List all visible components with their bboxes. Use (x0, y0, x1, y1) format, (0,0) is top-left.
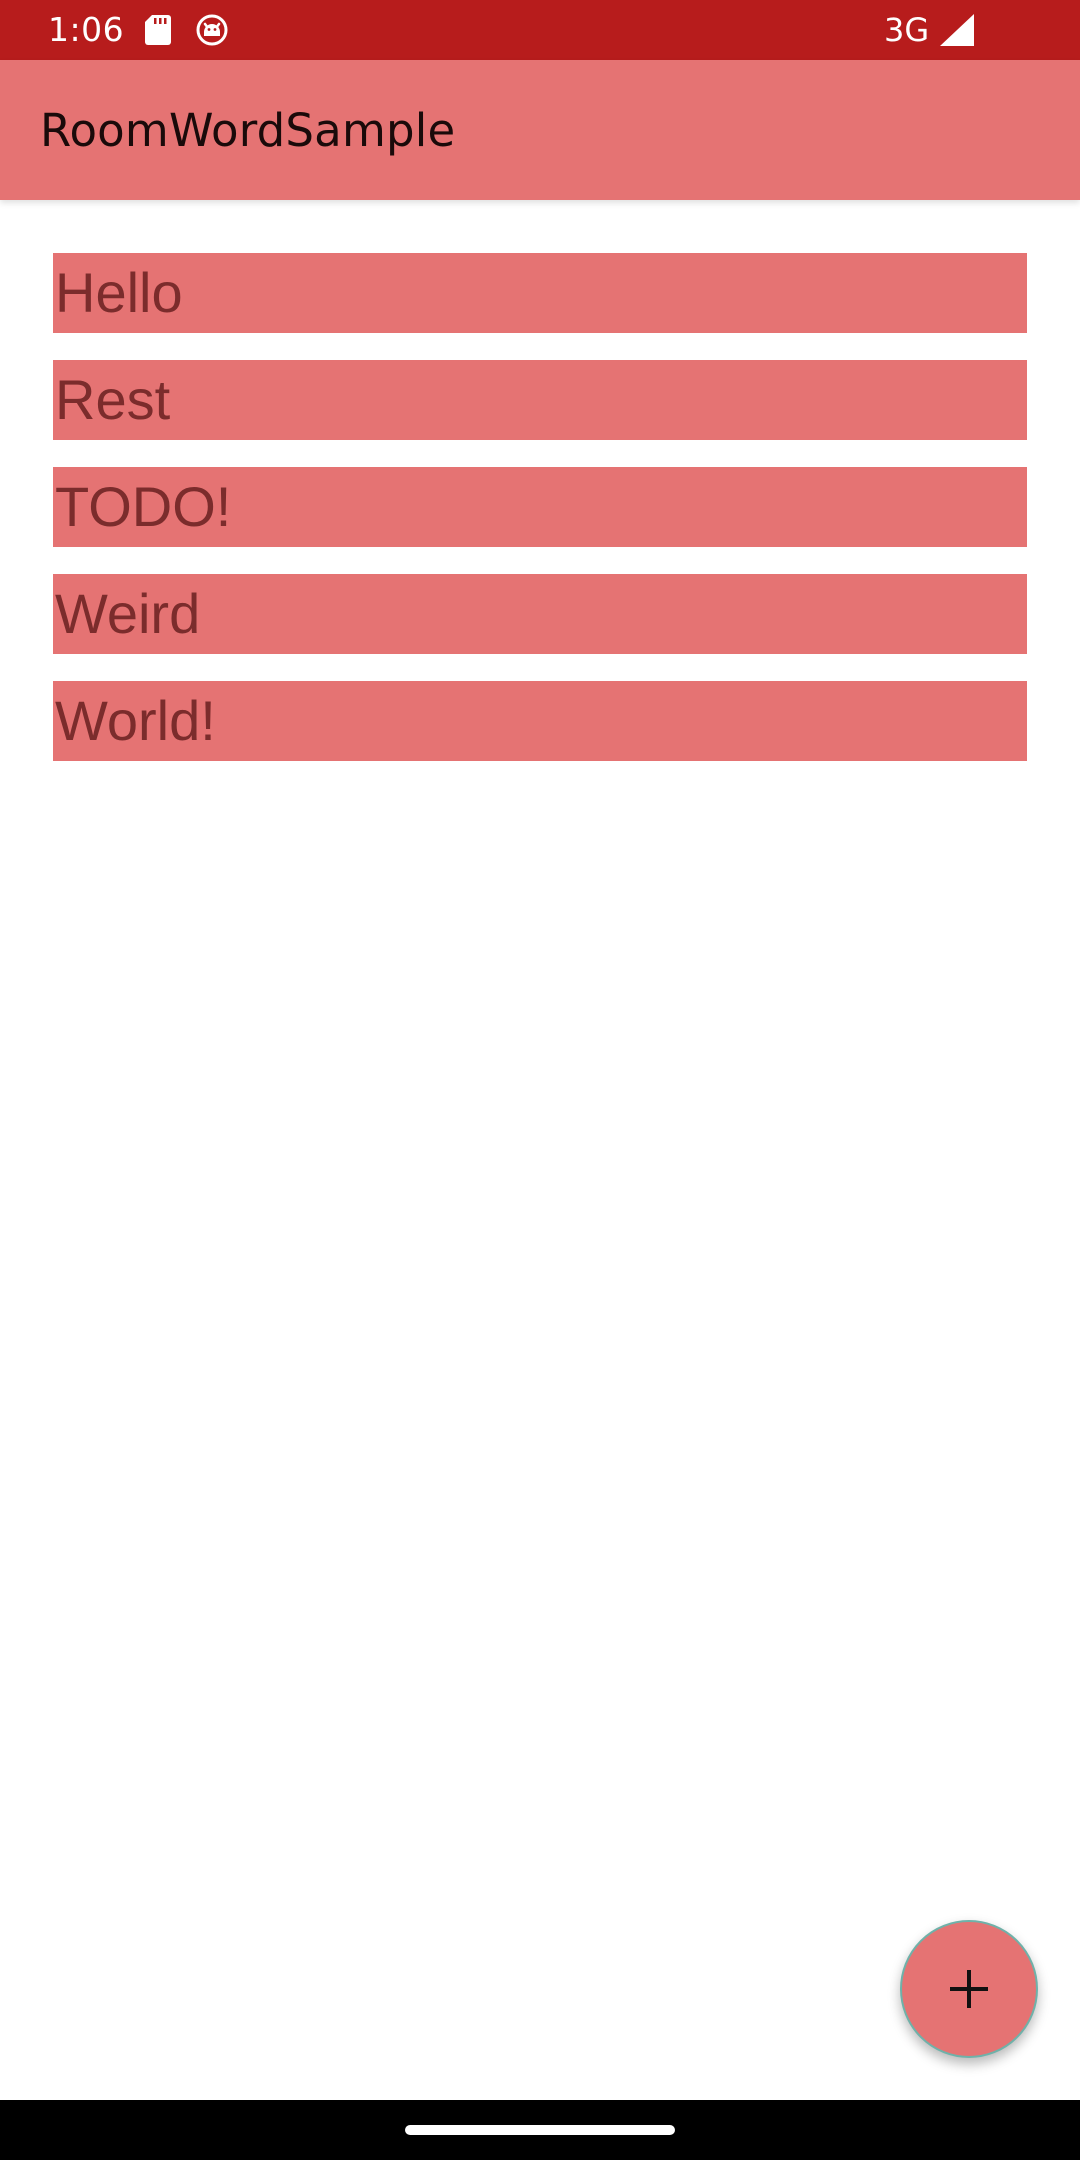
word-list-item[interactable]: World! (53, 681, 1027, 761)
network-type-label: 3G (884, 11, 930, 49)
word-list-item[interactable]: Weird (53, 574, 1027, 654)
home-handle[interactable] (405, 2125, 675, 2135)
word-text: Rest (55, 368, 171, 431)
word-text: TODO! (55, 475, 232, 538)
app-title: RoomWordSample (40, 104, 456, 157)
word-list-item[interactable]: TODO! (53, 467, 1027, 547)
app-bar: RoomWordSample (0, 60, 1080, 200)
word-list: Hello Rest TODO! Weird World! (53, 253, 1027, 788)
sd-card-icon (145, 15, 171, 45)
add-word-button[interactable] (900, 1920, 1038, 2058)
debug-icon (196, 14, 228, 46)
word-text: Weird (55, 582, 201, 645)
word-text: World! (55, 689, 216, 752)
status-bar: 1:06 3G (0, 0, 1080, 60)
word-list-item[interactable]: Rest (53, 360, 1027, 440)
word-list-item[interactable]: Hello (53, 253, 1027, 333)
navigation-bar (0, 2100, 1080, 2160)
status-time: 1:06 (48, 10, 125, 49)
cell-signal-icon (940, 14, 974, 46)
plus-icon (950, 1970, 988, 2008)
word-text: Hello (55, 261, 183, 324)
app-screen: 1:06 3G RoomWordSample Hello Rest TODO! … (0, 0, 1080, 2160)
